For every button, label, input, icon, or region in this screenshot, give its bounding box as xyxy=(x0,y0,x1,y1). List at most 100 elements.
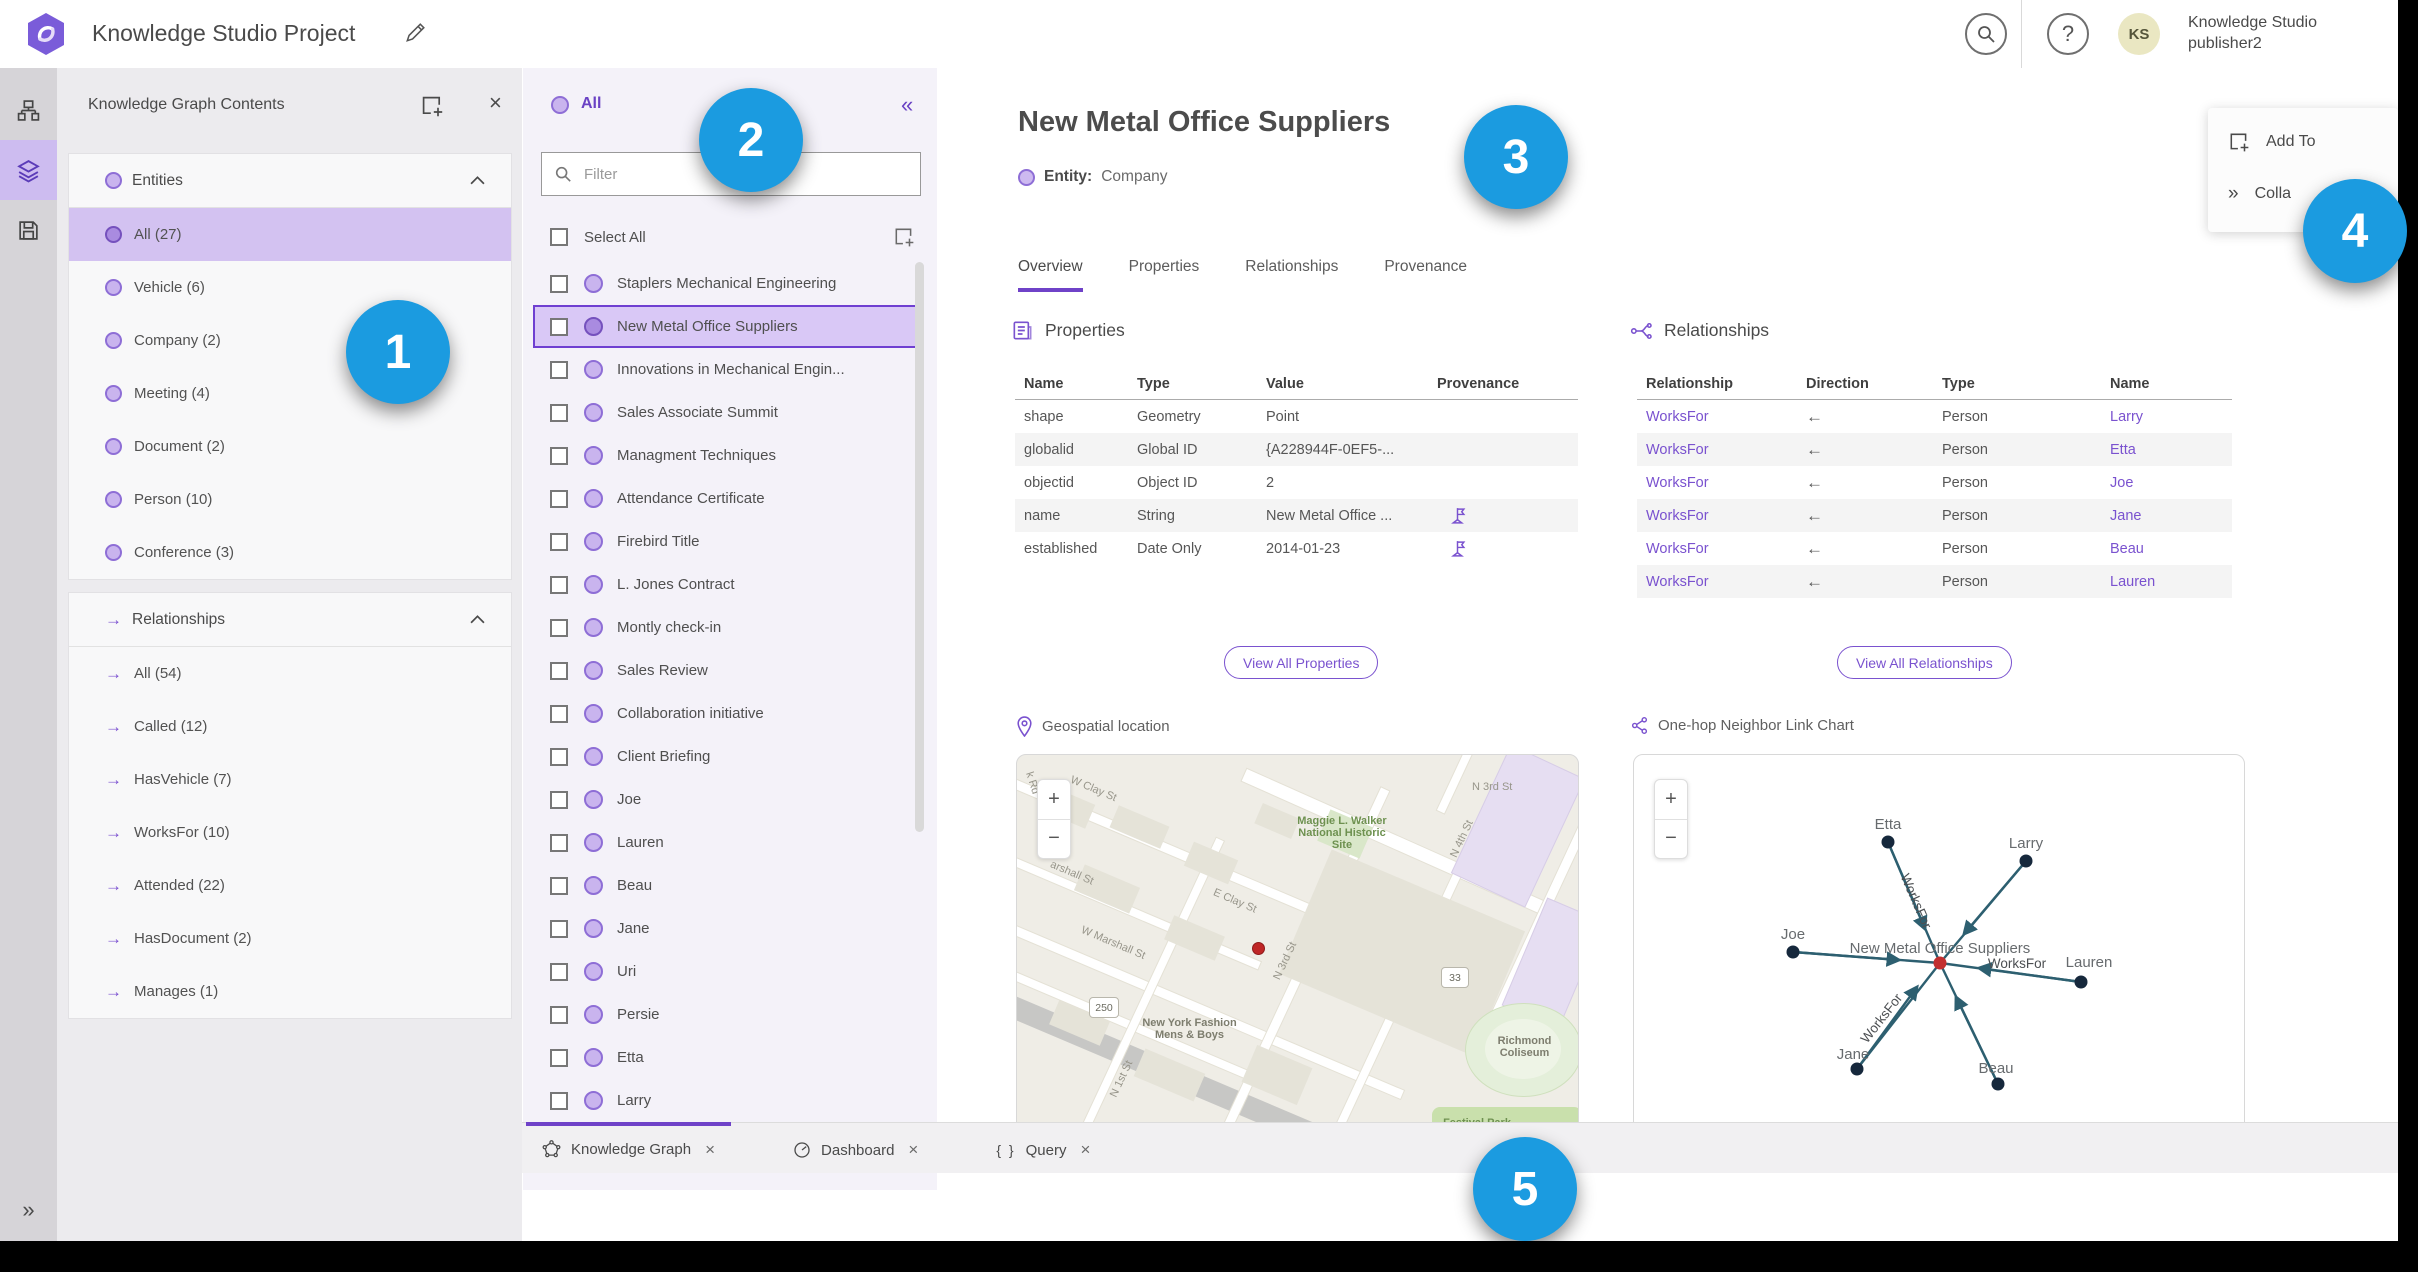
item-checkbox[interactable] xyxy=(550,833,568,852)
list-item[interactable]: Client Briefing xyxy=(523,735,937,778)
entities-section-header[interactable]: Entities xyxy=(69,154,511,208)
provenance-flag-icon[interactable] xyxy=(1449,506,1466,525)
entity-filter-all[interactable]: All (27) xyxy=(69,208,511,261)
zoom-in-button[interactable]: + xyxy=(1038,780,1070,820)
item-checkbox[interactable] xyxy=(550,360,568,379)
item-checkbox[interactable] xyxy=(550,618,568,637)
item-checkbox[interactable] xyxy=(550,575,568,594)
list-item[interactable]: Staplers Mechanical Engineering xyxy=(523,262,937,305)
tab-provenance[interactable]: Provenance xyxy=(1384,258,1467,292)
item-checkbox[interactable] xyxy=(550,1048,568,1067)
item-checkbox[interactable] xyxy=(550,1091,568,1110)
node-center[interactable] xyxy=(1933,956,1947,970)
tab-properties[interactable]: Properties xyxy=(1129,258,1200,292)
relationship-filter-hasdocument[interactable]: → HasDocument (2) xyxy=(69,912,511,965)
avatar[interactable]: KS xyxy=(2118,13,2160,55)
expand-rail-icon[interactable]: » xyxy=(0,1197,57,1223)
data-model-rail-button[interactable] xyxy=(0,80,57,140)
help-button[interactable]: ? xyxy=(2047,13,2089,55)
item-checkbox[interactable] xyxy=(550,790,568,809)
list-item[interactable]: Sales Review xyxy=(523,649,937,692)
item-checkbox[interactable] xyxy=(550,747,568,766)
node-jane[interactable] xyxy=(1850,1062,1864,1076)
item-checkbox[interactable] xyxy=(550,532,568,551)
list-item[interactable]: Sales Associate Summit xyxy=(523,391,937,434)
tab-dashboard[interactable]: Dashboard × xyxy=(777,1123,934,1173)
relationships-section-header[interactable]: → Relationships xyxy=(69,593,511,647)
item-checkbox[interactable] xyxy=(550,446,568,465)
list-item[interactable]: Uri xyxy=(523,950,937,993)
node-joe[interactable] xyxy=(1786,945,1800,959)
item-checkbox[interactable] xyxy=(550,403,568,422)
edit-title-icon[interactable] xyxy=(404,22,426,44)
list-item-selected[interactable]: New Metal Office Suppliers xyxy=(533,305,923,348)
list-item[interactable]: Innovations in Mechanical Engin... xyxy=(523,348,937,391)
relationship-filter-called[interactable]: → Called (12) xyxy=(69,700,511,753)
node-larry[interactable] xyxy=(2019,854,2033,868)
list-item[interactable]: Managment Techniques xyxy=(523,434,937,477)
collapse-panel-icon[interactable]: « xyxy=(901,92,913,118)
provenance-flag-icon[interactable] xyxy=(1449,539,1466,558)
close-tab-icon[interactable]: × xyxy=(1080,1140,1090,1160)
list-item[interactable]: Etta xyxy=(523,1036,937,1079)
list-item[interactable]: Joe xyxy=(523,778,937,821)
entity-filter-vehicle[interactable]: Vehicle (6) xyxy=(69,261,511,314)
list-item[interactable]: Larry xyxy=(523,1079,937,1122)
item-checkbox[interactable] xyxy=(550,704,568,723)
select-all-checkbox[interactable] xyxy=(550,228,568,246)
list-item[interactable]: Persie xyxy=(523,993,937,1036)
entity-filter-conference[interactable]: Conference (3) xyxy=(69,526,511,579)
item-checkbox[interactable] xyxy=(550,876,568,895)
list-item[interactable]: Montly check-in xyxy=(523,606,937,649)
geospatial-map[interactable]: k Rd W Clay St arshall St W Marshall St … xyxy=(1016,754,1579,1132)
item-checkbox[interactable] xyxy=(550,661,568,680)
item-checkbox[interactable] xyxy=(550,317,568,336)
search-button[interactable] xyxy=(1965,13,2007,55)
add-to-map-icon[interactable] xyxy=(893,226,915,248)
zoom-in-button[interactable]: + xyxy=(1655,780,1687,820)
node-lauren[interactable] xyxy=(2074,975,2088,989)
close-panel-icon[interactable]: × xyxy=(489,90,502,116)
item-checkbox[interactable] xyxy=(550,962,568,981)
item-checkbox[interactable] xyxy=(550,1005,568,1024)
relationship-filter-hasvehicle[interactable]: → HasVehicle (7) xyxy=(69,753,511,806)
list-item[interactable]: Jane xyxy=(523,907,937,950)
view-all-relationships-button[interactable]: View All Relationships xyxy=(1837,646,2012,679)
zoom-out-button[interactable]: − xyxy=(1038,820,1070,859)
item-checkbox[interactable] xyxy=(550,274,568,293)
node-beau[interactable] xyxy=(1991,1077,2005,1091)
relationship-filter-worksfor[interactable]: → WorksFor (10) xyxy=(69,806,511,859)
list-item[interactable]: Attendance Certificate xyxy=(523,477,937,520)
tab-overview[interactable]: Overview xyxy=(1018,258,1083,292)
entity-filter-document[interactable]: Document (2) xyxy=(69,420,511,473)
entity-filter-person[interactable]: Person (10) xyxy=(69,473,511,526)
list-item[interactable]: Beau xyxy=(523,864,937,907)
list-item[interactable]: L. Jones Contract xyxy=(523,563,937,606)
entity-circle-icon xyxy=(584,317,603,336)
list-item[interactable]: Firebird Title xyxy=(523,520,937,563)
add-layer-button[interactable] xyxy=(420,94,444,118)
list-item[interactable]: Collaboration initiative xyxy=(523,692,937,735)
node-etta[interactable] xyxy=(1881,835,1895,849)
relationship-filter-all[interactable]: → All (54) xyxy=(69,647,511,700)
user-info[interactable]: Knowledge Studio publisher2 xyxy=(2188,12,2317,54)
close-tab-icon[interactable]: × xyxy=(705,1140,715,1160)
relationship-filter-attended[interactable]: → Attended (22) xyxy=(69,859,511,912)
item-checkbox[interactable] xyxy=(550,919,568,938)
link-chart[interactable]: Etta Larry Joe Lauren Jane Beau New Meta… xyxy=(1633,754,2245,1132)
entity-circle-icon xyxy=(105,544,122,561)
entity-filter-meeting[interactable]: Meeting (4) xyxy=(69,367,511,420)
item-checkbox[interactable] xyxy=(550,489,568,508)
add-to-menu-item[interactable]: Add To xyxy=(2208,116,2398,168)
save-rail-button[interactable] xyxy=(0,200,57,260)
list-scrollbar[interactable] xyxy=(915,262,924,832)
tab-relationships[interactable]: Relationships xyxy=(1245,258,1338,292)
view-all-properties-button[interactable]: View All Properties xyxy=(1224,646,1379,679)
contents-rail-button[interactable] xyxy=(0,140,57,200)
tab-query[interactable]: { } Query × xyxy=(980,1123,1106,1173)
relationship-filter-manages[interactable]: → Manages (1) xyxy=(69,965,511,1018)
close-tab-icon[interactable]: × xyxy=(908,1140,918,1160)
list-item[interactable]: Lauren xyxy=(523,821,937,864)
tab-knowledge-graph[interactable]: Knowledge Graph × xyxy=(526,1122,732,1173)
zoom-out-button[interactable]: − xyxy=(1655,820,1687,859)
